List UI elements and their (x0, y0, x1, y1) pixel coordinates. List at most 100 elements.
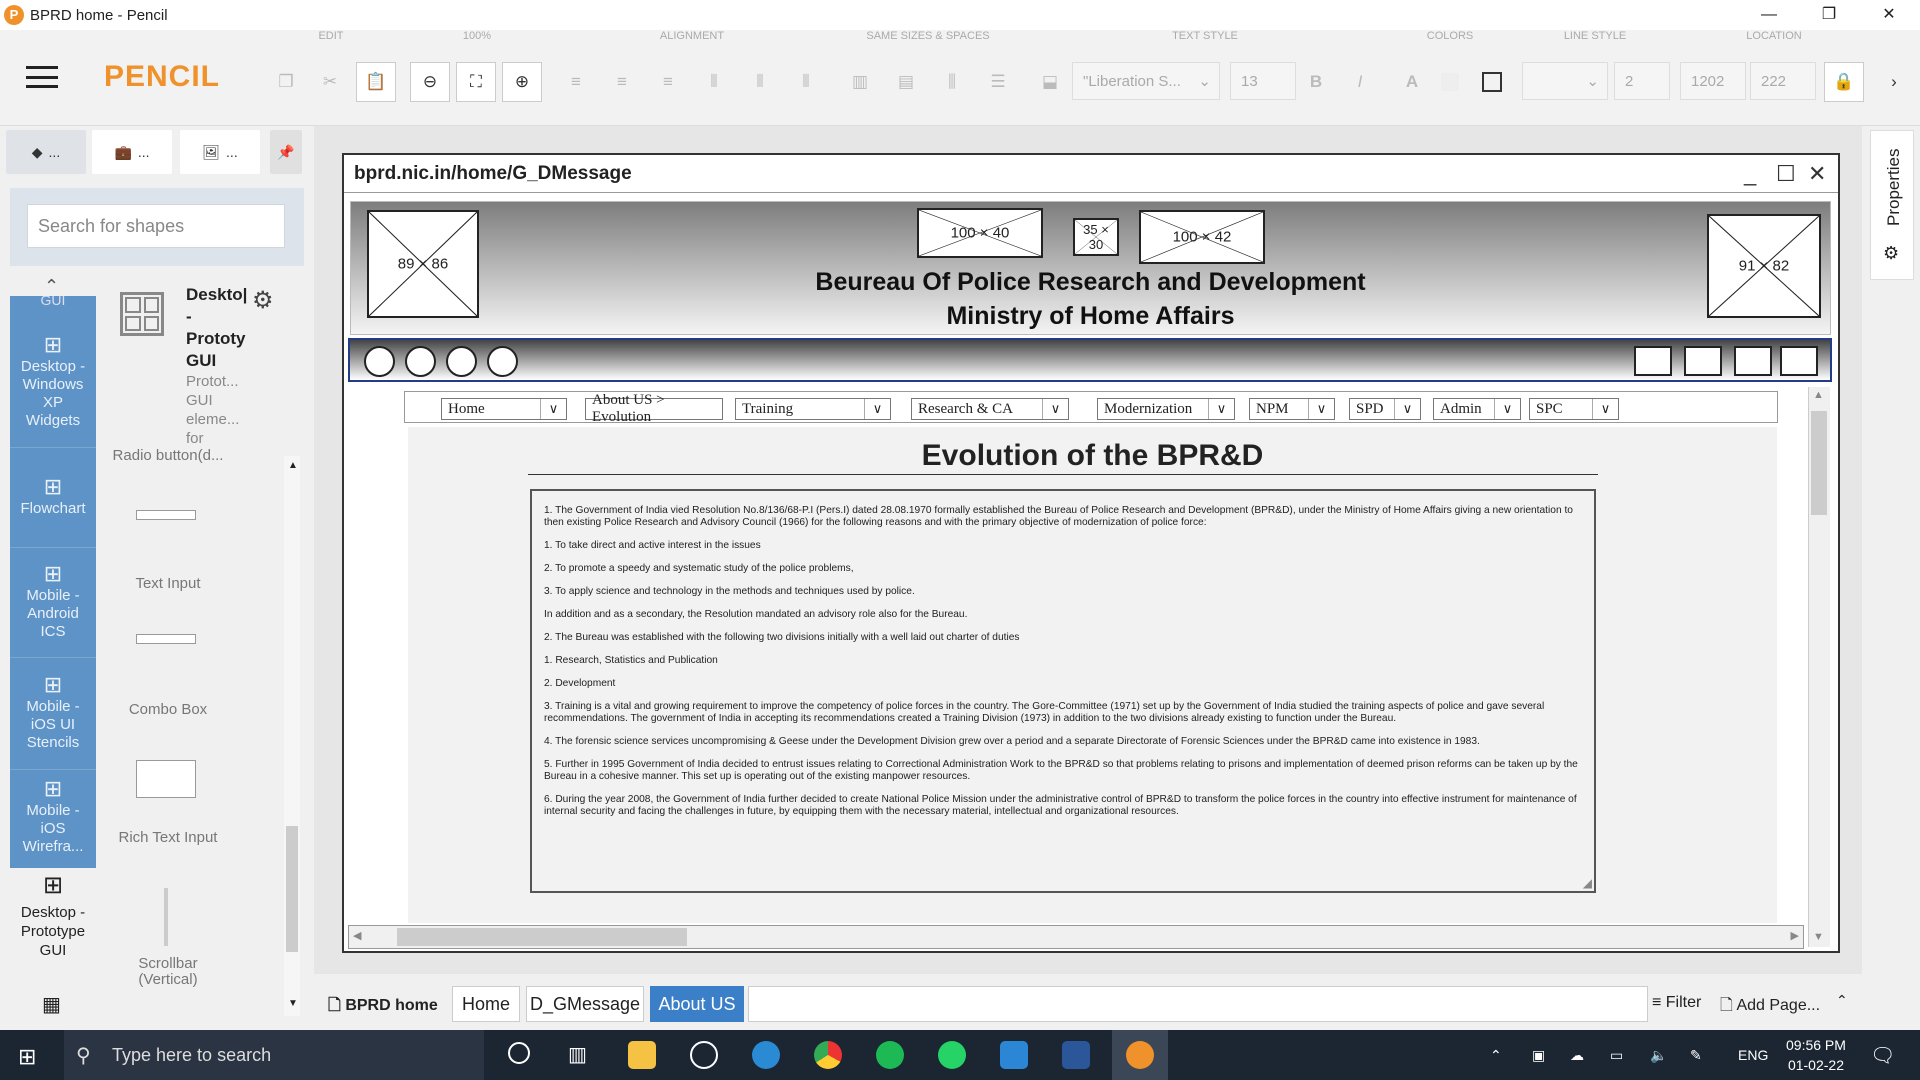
align-left-icon[interactable]: ≡ (556, 62, 596, 102)
scroll-left-icon[interactable]: ◀ (353, 929, 361, 942)
collection-flowchart[interactable]: ⊞ Flowchart (10, 448, 96, 548)
properties-tab[interactable]: Properties ⚙ (1870, 130, 1914, 280)
shape-search-input[interactable]: Search for shapes (27, 204, 285, 248)
document-name[interactable]: 🗋 BPRD home (328, 994, 438, 1021)
lock-icon[interactable]: 🔒 (1824, 62, 1864, 102)
scroll-down-icon[interactable]: ▼ (1813, 931, 1824, 943)
page-tab-about-us[interactable]: About US (650, 986, 744, 1022)
browser-window-mock[interactable]: bprd.nic.in/home/G_DMessage _ ☐ ✕ 89 × 8… (342, 153, 1840, 953)
menu-modernization[interactable]: Modernization ∨ (1097, 398, 1235, 420)
same-width-icon[interactable]: ▥ (840, 62, 880, 102)
align-top-icon[interactable]: ⦀ (694, 62, 734, 102)
page-tab-home[interactable]: Home (452, 986, 520, 1022)
task-view-icon[interactable]: ▥ (568, 1042, 587, 1067)
scroll-up-icon[interactable]: ▲ (288, 460, 298, 471)
rich-text-area[interactable]: 1. The Government of India vied Resoluti… (530, 489, 1596, 893)
format-painter-icon[interactable]: ⬓ (1030, 62, 1070, 102)
camera-icon[interactable]: ▣ (1532, 1030, 1545, 1080)
circle-button[interactable] (405, 346, 436, 377)
shape-radio-button[interactable]: Radio button(d... (108, 448, 228, 482)
tab-private-collections[interactable]: 💼... (92, 130, 172, 174)
menu-spc[interactable]: SPC ∨ (1529, 398, 1619, 420)
zoom-in-icon[interactable]: ⊕ (502, 62, 542, 102)
paste-icon[interactable]: 📋 (356, 62, 396, 102)
square-button[interactable] (1734, 346, 1772, 376)
collection-android[interactable]: ⊞ Mobile - Android ICS (10, 548, 96, 658)
filter-button[interactable]: ≡ Filter (1652, 994, 1701, 1012)
pin-icon[interactable]: 📌 (270, 130, 302, 174)
file-explorer-icon[interactable] (628, 1041, 656, 1069)
align-bottom-icon[interactable]: ⦀ (786, 62, 826, 102)
square-button[interactable] (1780, 346, 1818, 376)
copy-icon[interactable]: ❐ (266, 62, 306, 102)
bold-button[interactable]: B (1296, 62, 1336, 102)
square-button[interactable] (1634, 346, 1672, 376)
minimize-button[interactable]: — (1740, 0, 1798, 30)
page-tab-dgmessage[interactable]: D_GMessage (526, 986, 644, 1022)
zoom-out-icon[interactable]: ⊖ (410, 62, 450, 102)
apps-grid-icon[interactable]: ▦ (42, 992, 61, 1017)
scroll-thumb[interactable] (286, 826, 298, 952)
chevron-up-icon[interactable]: ⌃ (1490, 1030, 1502, 1080)
collection-ios-stencils[interactable]: ⊞ Mobile - iOS UI Stencils (10, 658, 96, 770)
close-button[interactable]: ✕ (1860, 0, 1918, 30)
align-middle-icon[interactable]: ⦀ (740, 62, 780, 102)
font-family-select[interactable]: "Liberation S... ⌄ (1072, 62, 1220, 100)
text-color-button[interactable]: A (1392, 62, 1432, 102)
page-vertical-scrollbar[interactable]: ▲ ▼ (1808, 387, 1830, 947)
windows-start-icon[interactable]: ⊞ (18, 1044, 36, 1070)
tab-collections[interactable]: ◆... (6, 130, 86, 174)
location-x-field[interactable]: 1202 (1680, 62, 1746, 100)
h-spacing-icon[interactable]: ⫼ (932, 62, 972, 102)
edge-icon[interactable] (752, 1041, 780, 1069)
cortana-icon[interactable] (508, 1042, 530, 1064)
fill-color-button[interactable] (1430, 62, 1470, 102)
collection-gui-label[interactable]: GUI (10, 296, 96, 312)
resize-handle-icon[interactable]: ◢ (1583, 877, 1592, 889)
whatsapp-icon[interactable] (938, 1041, 966, 1069)
dell-icon[interactable] (690, 1041, 718, 1069)
menu-home[interactable]: Home ∨ (441, 398, 567, 420)
location-y-field[interactable]: 222 (1750, 62, 1816, 100)
maximize-button[interactable]: ❐ (1800, 0, 1858, 30)
fit-screen-icon[interactable]: ⛶ (456, 62, 496, 102)
scroll-right-icon[interactable]: ▶ (1791, 929, 1799, 942)
chrome-icon[interactable] (814, 1041, 842, 1069)
align-right-icon[interactable]: ≡ (648, 62, 688, 102)
collection-windows-xp[interactable]: ⊞ Desktop - Windows XP Widgets (10, 318, 96, 448)
notification-icon[interactable]: 🗨 (1870, 1030, 1895, 1080)
battery-icon[interactable]: ▭ (1610, 1030, 1623, 1080)
shape-scrollbar-vertical[interactable]: Scrollbar (Vertical) (108, 956, 228, 988)
collection-ios-wireframe[interactable]: ⊞ Mobile - iOS Wirefra... (10, 770, 96, 866)
cut-icon[interactable]: ✂ (310, 62, 350, 102)
scroll-thumb[interactable] (397, 928, 687, 946)
pen-icon[interactable]: ✎ (1690, 1030, 1702, 1080)
line-style-select[interactable]: ⌄ (1522, 62, 1608, 100)
menu-admin[interactable]: Admin ∨ (1433, 398, 1521, 420)
italic-button[interactable]: I (1340, 62, 1380, 102)
shape-text-input[interactable]: Text Input (108, 576, 228, 592)
shape-combo-box[interactable]: Combo Box (108, 702, 228, 718)
chevron-up-icon[interactable]: ⌃ (1836, 992, 1848, 1009)
collection-prototype-gui[interactable]: ⊞ Desktop - Prototype GUI (10, 868, 96, 980)
align-center-icon[interactable]: ≡ (602, 62, 642, 102)
pencil-taskbar-item[interactable] (1112, 1030, 1168, 1080)
shapes-scrollbar[interactable]: ▲ ▼ (284, 456, 300, 1016)
spotify-icon[interactable] (876, 1041, 904, 1069)
menu-icon[interactable] (26, 66, 58, 88)
font-size-field[interactable]: 13 (1230, 62, 1296, 100)
circle-button[interactable] (446, 346, 477, 377)
stroke-color-button[interactable] (1472, 62, 1512, 102)
chevron-up-icon[interactable]: ⌃ (44, 276, 59, 297)
language-indicator[interactable]: ENG (1738, 1030, 1768, 1080)
menu-npm[interactable]: NPM ∨ (1249, 398, 1335, 420)
shape-rich-text-input[interactable]: Rich Text Input (108, 830, 228, 846)
taskbar-search[interactable]: ⚲ Type here to search (64, 1030, 484, 1080)
chevron-right-icon[interactable]: › (1876, 62, 1912, 102)
vscode-icon[interactable] (1000, 1041, 1028, 1069)
v-spacing-icon[interactable]: ☰ (978, 62, 1018, 102)
word-icon[interactable] (1062, 1041, 1090, 1069)
clock[interactable]: 09:56 PM 01-02-22 (1786, 1030, 1846, 1080)
circle-button[interactable] (364, 346, 395, 377)
same-height-icon[interactable]: ▤ (886, 62, 926, 102)
